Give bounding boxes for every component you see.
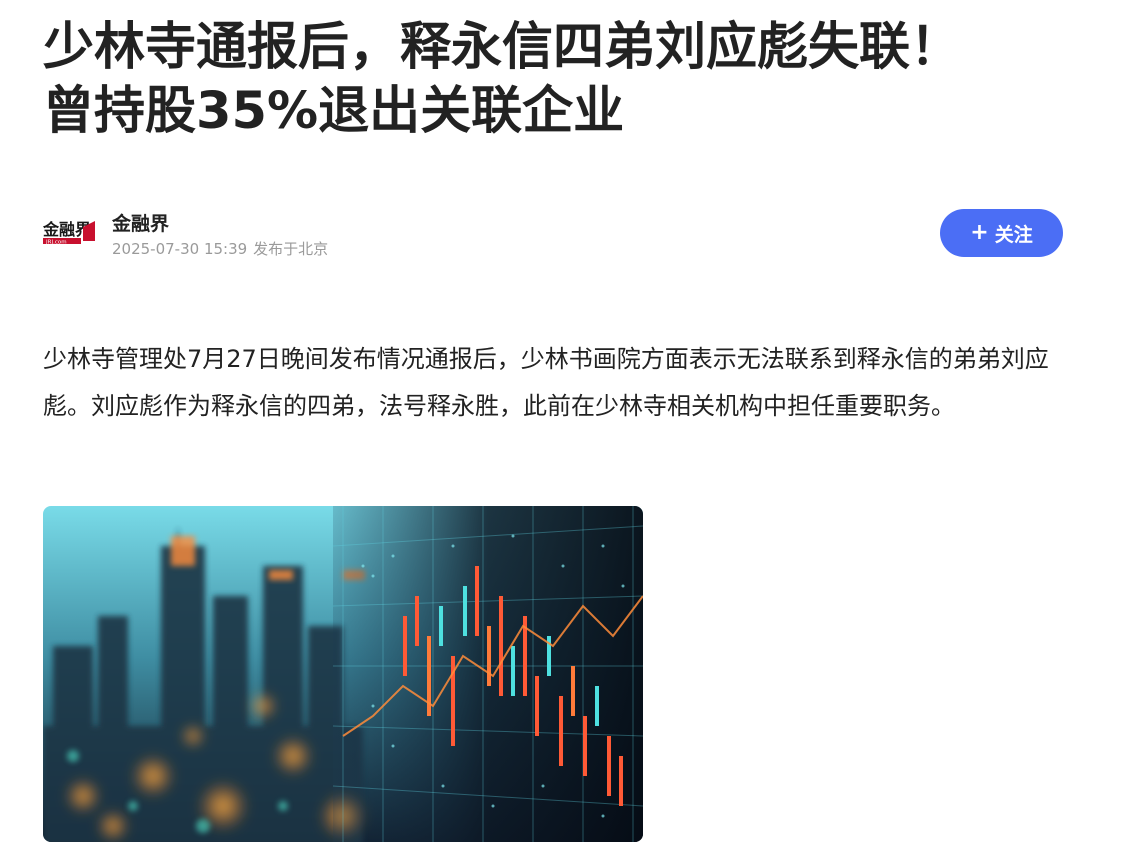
publish-date: 2025-07-30 15:39 — [112, 240, 248, 258]
city-stock-chart-image — [43, 506, 643, 842]
article-image[interactable] — [43, 506, 643, 842]
jrj-logo-icon: 金融界 JRJ.com — [42, 220, 95, 246]
title-line-2: 曾持股35%退出关联企业 — [43, 82, 625, 141]
follow-button[interactable]: + 关注 — [940, 209, 1063, 257]
svg-text:JRJ.com: JRJ.com — [45, 240, 67, 246]
article: 少林寺通报后，释永信四弟刘应彪失联！ 曾持股35%退出关联企业 金融界 JRJ.… — [0, 0, 1127, 858]
publish-location: 发布于北京 — [253, 240, 329, 258]
publish-meta: 2025-07-30 15:39 发布于北京 — [112, 238, 328, 259]
article-title: 少林寺通报后，释永信四弟刘应彪失联！ 曾持股35%退出关联企业 — [43, 16, 1083, 144]
author-logo[interactable]: 金融界 JRJ.com — [42, 217, 97, 249]
title-line-1: 少林寺通报后，释永信四弟刘应彪失联！ — [43, 18, 962, 77]
follow-button-label: 关注 — [994, 223, 1033, 246]
article-paragraph: 少林寺管理处7月27日晚间发布情况通报后，少林书画院方面表示无法联系到释永信的弟… — [43, 345, 1049, 420]
plus-icon: + — [970, 220, 989, 245]
author-row: 金融界 JRJ.com 金融界 2025-07-30 15:39 发布于北京 + … — [42, 205, 1063, 265]
author-name[interactable]: 金融界 — [112, 209, 169, 236]
